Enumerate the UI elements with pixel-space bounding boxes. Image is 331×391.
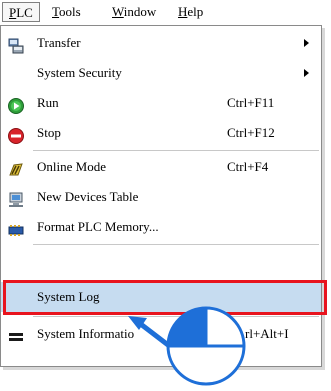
click-annotation-overlay xyxy=(128,306,246,386)
mouse-click-icon xyxy=(166,306,246,386)
pointer-arrow-icon xyxy=(128,316,175,351)
